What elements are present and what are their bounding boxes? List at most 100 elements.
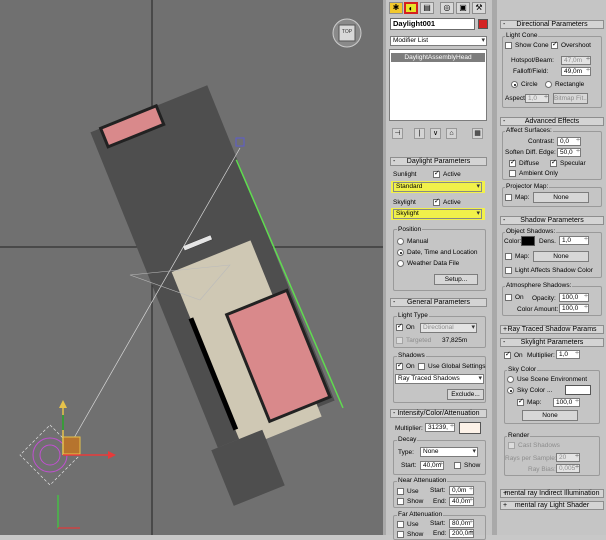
mr-indirect-rollout[interactable]: + mental ray Indirect Illumination (500, 489, 604, 498)
viewport-canvas[interactable] (0, 0, 383, 535)
atmo-on-checkbox[interactable] (505, 294, 512, 301)
position-manual-radio[interactable] (397, 238, 404, 245)
utilities-tab-icon[interactable]: ⚒ (472, 2, 486, 14)
viewcube-label: TOP (341, 29, 353, 35)
shadow-map-button[interactable]: None (533, 251, 589, 262)
far-start-spinner[interactable]: 80,0m (449, 519, 474, 528)
use-global-label: Use Global Settings (428, 363, 486, 370)
position-weather-radio[interactable] (397, 260, 404, 267)
move-gizmo-plane[interactable] (62, 436, 81, 455)
general-parameters-rollout[interactable]: - General Parameters (390, 298, 487, 307)
sky-color-radio[interactable] (507, 387, 514, 394)
aspect-label: Aspect: (505, 95, 527, 102)
skylight-on-checkbox[interactable] (504, 350, 511, 359)
remove-modifier-icon[interactable]: ⌂ (446, 128, 457, 139)
sky-map-spinner[interactable]: 100,0 (553, 398, 580, 407)
projector-map-title: Projector Map: (505, 183, 550, 190)
aspect-spinner[interactable]: 1,0 (525, 94, 549, 103)
near-end-spinner[interactable]: 40,0m (449, 497, 474, 506)
configure-sets-icon[interactable]: ▦ (472, 128, 483, 139)
sky-color-swatch[interactable] (565, 385, 591, 395)
light-color-swatch[interactable] (459, 422, 481, 434)
hotspot-spinner[interactable]: 47,0m (561, 56, 591, 65)
advanced-effects-rollout[interactable]: - Advanced Effects (500, 117, 604, 126)
modifier-stack[interactable]: DaylightAssemblyHead (389, 49, 487, 121)
far-end-spinner[interactable]: 200,0m (449, 529, 474, 538)
sky-map-checkbox[interactable] (517, 397, 524, 406)
hierarchy-tab-icon[interactable]: ▤ (420, 2, 434, 14)
soften-spinner[interactable]: 50,0 (557, 148, 581, 157)
overshoot-checkbox[interactable] (551, 40, 558, 49)
opacity-spinner[interactable]: 100,0 (559, 293, 589, 302)
decay-type-dropdown[interactable]: None (420, 447, 478, 457)
ray-bias-spinner[interactable]: 0,005 (556, 464, 580, 473)
circle-radio[interactable] (511, 81, 518, 88)
shadows-on-checkbox[interactable] (396, 361, 403, 370)
decay-start-spinner[interactable]: 40,0m (420, 461, 444, 470)
show-end-result-icon[interactable]: | (414, 128, 425, 139)
directional-parameters-rollout[interactable]: - Directional Parameters (500, 20, 604, 29)
light-type-dropdown[interactable]: Directional (420, 323, 477, 333)
display-tab-icon[interactable]: ▣ (456, 2, 470, 14)
light-affects-checkbox[interactable] (505, 267, 512, 274)
multiplier-spinner[interactable]: 31239, (425, 423, 455, 432)
use-global-checkbox[interactable] (418, 363, 425, 370)
skylight-parameters-rollout[interactable]: - Skylight Parameters (500, 338, 604, 347)
shadow-color-label: Color: (504, 238, 522, 245)
light-on-checkbox[interactable] (396, 322, 403, 331)
use-environment-radio[interactable] (507, 376, 514, 383)
skylight-type-dropdown[interactable]: Skylight (393, 209, 482, 219)
make-unique-icon[interactable]: ∨ (430, 128, 441, 139)
skylight-active-checkbox[interactable] (433, 197, 440, 206)
contrast-spinner[interactable]: 0,0 (557, 137, 581, 146)
exclude-button[interactable]: Exclude... (447, 389, 484, 400)
stack-item-daylight[interactable]: DaylightAssemblyHead (391, 53, 485, 62)
pin-stack-icon[interactable]: ⊣ (392, 128, 403, 139)
modify-tab-icon[interactable]: ◐ (404, 2, 418, 14)
sky-map-button[interactable]: None (522, 410, 578, 421)
position-date-radio[interactable] (397, 249, 404, 256)
far-use-checkbox[interactable] (397, 521, 404, 528)
rollout-title: General Parameters (406, 299, 471, 306)
mr-light-shader-rollout[interactable]: + mental ray Light Shader (500, 501, 604, 510)
rectangle-radio[interactable] (545, 81, 552, 88)
rays-per-sample-spinner[interactable]: 20 (556, 453, 580, 462)
projector-map-checkbox[interactable] (505, 194, 512, 201)
shadow-map-checkbox[interactable] (505, 253, 512, 260)
projector-map-button[interactable]: None (533, 192, 589, 203)
ray-traced-shadow-params-rollout[interactable]: + Ray Traced Shadow Params (500, 325, 604, 334)
circle-label: Circle (521, 81, 538, 88)
object-name-field[interactable]: Daylight001 (390, 18, 475, 30)
specular-checkbox[interactable] (550, 158, 557, 167)
create-tab-icon[interactable]: ✱ (389, 2, 403, 14)
near-start-spinner[interactable]: 0,0m (449, 486, 474, 495)
sunlight-active-checkbox[interactable] (433, 169, 440, 178)
decay-show-checkbox[interactable] (454, 462, 461, 469)
motion-tab-icon[interactable]: ◎ (440, 2, 454, 14)
skylight-multiplier-spinner[interactable]: 1,0 (556, 350, 580, 359)
cast-shadows-checkbox[interactable] (508, 442, 515, 449)
daylight-parameters-rollout[interactable]: - Daylight Parameters (390, 157, 487, 166)
sunlight-type-dropdown[interactable]: Standard (393, 182, 482, 192)
diffuse-checkbox[interactable] (509, 158, 516, 167)
rectangle-label: Rectangle (555, 81, 585, 88)
intensity-rollout[interactable]: - Intensity/Color/Attenuation (390, 409, 487, 418)
position-date-label: Date, Time and Location (407, 249, 478, 256)
shadow-type-dropdown[interactable]: Ray Traced Shadows (395, 374, 484, 384)
shadow-parameters-rollout[interactable]: - Shadow Parameters (500, 216, 604, 225)
ambient-only-checkbox[interactable] (509, 170, 516, 177)
bitmap-fit-button[interactable]: Bitmap Fit... (553, 93, 589, 104)
setup-button[interactable]: Setup... (434, 274, 478, 285)
targeted-checkbox[interactable] (396, 337, 403, 344)
color-amount-spinner[interactable]: 100,0 (559, 304, 589, 313)
density-spinner[interactable]: 1,0 (559, 236, 589, 245)
shadow-map-label: Map: (515, 253, 530, 260)
falloff-spinner[interactable]: 49,0m (561, 67, 591, 76)
near-use-checkbox[interactable] (397, 488, 404, 495)
show-cone-checkbox[interactable] (505, 42, 512, 49)
viewport-top[interactable]: TOP (0, 0, 383, 535)
shadow-color-swatch[interactable] (521, 236, 535, 246)
near-show-checkbox[interactable] (397, 498, 404, 505)
modifier-list-dropdown[interactable]: Modifier List (390, 36, 487, 46)
object-color-swatch[interactable] (478, 19, 488, 29)
